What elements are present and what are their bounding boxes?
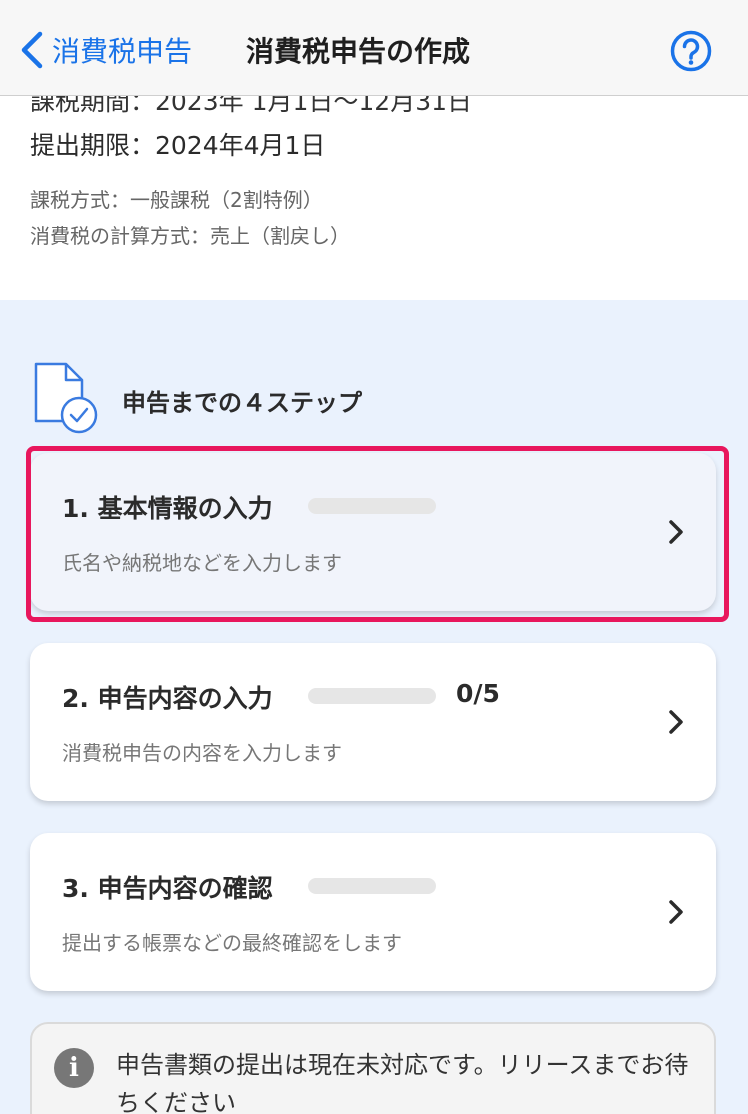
step-progress-bar: [308, 498, 436, 514]
steps-title: 申告までの４ステップ: [122, 389, 362, 417]
step-title: 2. 申告内容の入力: [62, 684, 273, 713]
back-button-label: 消費税申告: [52, 35, 193, 68]
tax-period: 課税期間：2023年 1月1日〜12月31日: [30, 96, 473, 116]
tax-summary: 課税期間：2023年 1月1日〜12月31日 提出期限：2024年4月1日 課税…: [0, 96, 748, 300]
document-check-icon: [34, 362, 98, 434]
question-circle-icon[interactable]: [670, 30, 712, 72]
chevron-right-icon: [669, 900, 683, 924]
step-progress-count: 0/5: [456, 679, 500, 708]
step-card-basic-info[interactable]: 1. 基本情報の入力 氏名や納税地などを入力します: [30, 453, 716, 611]
step-progress-bar: [308, 688, 436, 704]
step-description: 消費税申告の内容を入力します: [62, 741, 342, 765]
calculation-method: 消費税の計算方式：売上（割戻し）: [30, 224, 350, 248]
chevron-left-icon: [21, 31, 43, 69]
taxation-method: 課税方式：一般課税（2割特例）: [30, 188, 323, 212]
navigation-bar: 消費税申告 消費税申告の作成: [0, 0, 748, 96]
step-progress-bar: [308, 878, 436, 894]
step-title: 1. 基本情報の入力: [62, 494, 273, 523]
step-title: 3. 申告内容の確認: [62, 874, 273, 903]
notice-box: i 申告書類の提出は現在未対応です。リリースまでお待ちください: [30, 1022, 716, 1114]
step-description: 氏名や納税地などを入力します: [62, 551, 342, 575]
notice-text: 申告書類の提出は現在未対応です。リリースまでお待ちください: [116, 1051, 689, 1114]
info-icon: i: [54, 1048, 94, 1088]
chevron-right-icon: [669, 710, 683, 734]
steps-header: [32, 362, 100, 434]
submission-deadline: 提出期限：2024年4月1日: [30, 131, 326, 160]
step-card-declaration-input[interactable]: 2. 申告内容の入力 0/5 消費税申告の内容を入力します: [30, 643, 716, 801]
chevron-right-icon: [669, 520, 683, 544]
page-title: 消費税申告の作成: [246, 35, 471, 68]
back-button[interactable]: 消費税申告: [18, 26, 192, 74]
step-card-declaration-review[interactable]: 3. 申告内容の確認 提出する帳票などの最終確認をします: [30, 833, 716, 991]
step-description: 提出する帳票などの最終確認をします: [62, 931, 402, 955]
